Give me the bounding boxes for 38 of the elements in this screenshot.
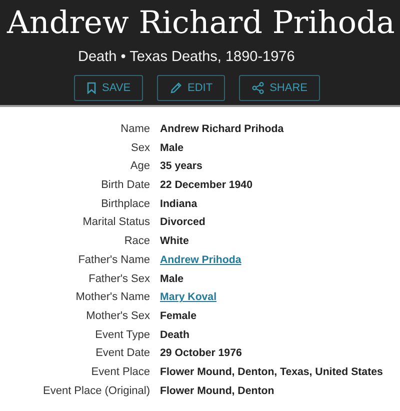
fact-label: Father's Sex (88, 272, 151, 284)
share-button[interactable]: SHARE (238, 75, 320, 101)
fact-label: Birthplace (100, 198, 151, 210)
record-subtitle: Death • Texas Deaths, 1890-1976 (77, 48, 296, 66)
fact-value: Male (160, 142, 184, 154)
fact-value: Death (160, 328, 190, 341)
share-icon (252, 82, 264, 94)
fact-label: Event Place (90, 366, 151, 378)
fact-value: Male (160, 272, 184, 284)
fact-label: Father's Name (77, 254, 151, 266)
fact-label: Marital Status (82, 216, 151, 228)
record-title: Andrew Richard Prihoda (6, 4, 396, 43)
edit-button[interactable]: EDIT (156, 75, 225, 101)
fact-label: Event Date (94, 347, 151, 360)
fact-value: 35 years (160, 160, 202, 172)
fact-value: Flower Mound, Denton, Texas, United States (160, 366, 383, 378)
person-link[interactable]: Mary Koval (160, 291, 217, 304)
fact-label: Birth Date (100, 179, 151, 192)
fact-label: Sex (130, 142, 151, 154)
save-button[interactable]: SAVE (74, 75, 143, 101)
fact-value: 29 October 1976 (160, 347, 242, 360)
fact-label: Age (129, 160, 151, 172)
fact-label: Event Type (94, 328, 151, 341)
fact-value: Female (160, 310, 197, 322)
fact-value: Andrew Richard Prihoda (160, 123, 284, 135)
fact-label: Event Place (Original) (42, 384, 151, 397)
fact-value: White (160, 235, 189, 248)
fact-label: Mother's Name (74, 291, 151, 304)
fact-value: Indiana (160, 198, 198, 210)
pencil-icon (170, 82, 182, 94)
fact-value: 22 December 1940 (160, 179, 252, 192)
person-link[interactable]: Andrew Prihoda (160, 254, 242, 266)
fact-label: Mother's Sex (85, 310, 151, 322)
fact-value: Flower Mound, Denton (160, 384, 274, 397)
fact-label: Name (120, 123, 151, 135)
bookmark-icon (87, 82, 96, 94)
fact-label: Race (123, 235, 151, 248)
fact-value: Divorced (160, 216, 206, 228)
